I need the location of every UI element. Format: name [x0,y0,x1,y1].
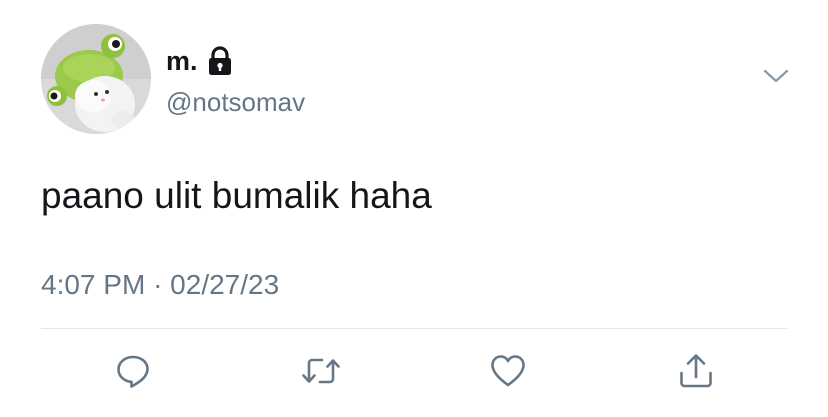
tweet-date: 02/27/23 [170,269,280,300]
like-button[interactable] [488,351,528,391]
tweet-text: paano ulit bumalik haha [41,175,432,216]
retweet-button[interactable] [301,351,341,391]
meta-separator: · [153,269,163,300]
display-name[interactable]: m. [166,45,198,77]
retweet-icon [302,358,340,384]
avatar-image [41,24,151,134]
tweet-timestamp[interactable]: 4:07 PM · 02/27/23 [41,267,279,303]
heart-icon [491,355,525,387]
chevron-down-icon [763,69,789,83]
lock-icon [207,46,233,76]
display-name-row: m. [166,45,233,77]
tweet-time: 4:07 PM [41,269,146,300]
share-icon [680,354,712,388]
share-button[interactable] [676,351,716,391]
divider [41,328,787,329]
speech-bubble-icon [117,355,149,388]
user-handle[interactable]: @notsomav [166,86,305,118]
reply-button[interactable] [113,351,153,391]
avatar[interactable] [41,24,151,134]
tweet-menu-button[interactable] [761,65,791,87]
